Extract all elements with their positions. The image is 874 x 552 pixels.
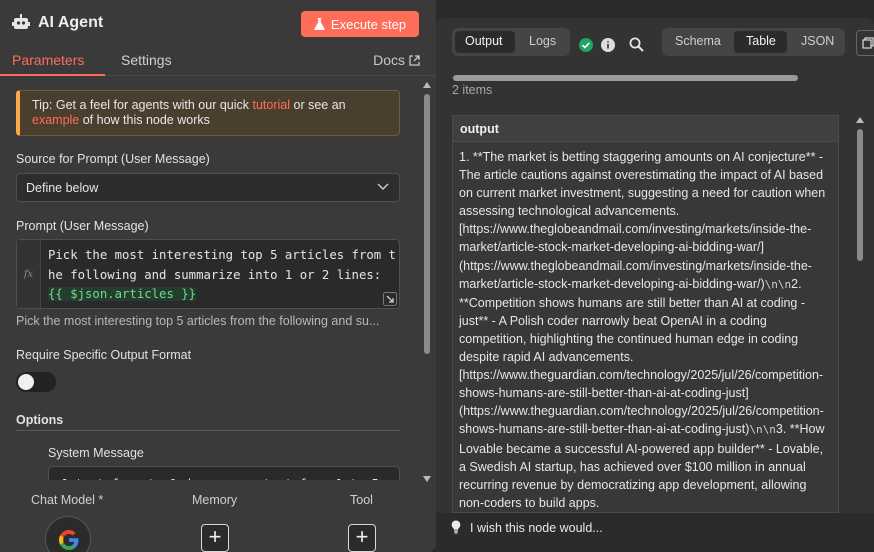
system-message-label: System Message: [48, 446, 144, 460]
cell-escape-1: \n\n: [764, 277, 792, 291]
prompt-expression: {{ $json.articles }}: [48, 287, 197, 301]
output-toolbar: Output Logs Schema Table JSON: [436, 28, 874, 62]
scrollbar-thumb[interactable]: [424, 94, 430, 354]
check-circle-icon: [579, 38, 593, 52]
prompt-preview: Pick the most interesting top 5 articles…: [16, 314, 380, 328]
chat-model-node[interactable]: [45, 516, 91, 552]
cell-escape-2: \n\n: [749, 423, 776, 437]
tool-label: Tool: [350, 493, 373, 507]
docs-link[interactable]: Docs: [373, 52, 420, 68]
docs-label: Docs: [373, 52, 405, 68]
tip-suffix: of how this node works: [79, 113, 210, 127]
chat-model-label: Chat Model *: [31, 493, 104, 507]
source-select[interactable]: Define below: [16, 173, 400, 202]
column-header-output: output: [453, 116, 838, 142]
feedback-bar[interactable]: I wish this node would...: [436, 513, 874, 543]
horizontal-scrollbar-thumb[interactable]: [453, 75, 798, 81]
external-link-icon: [409, 54, 420, 66]
view-mode-switch: Schema Table JSON: [662, 28, 845, 56]
view-json[interactable]: JSON: [801, 34, 834, 48]
tab-output[interactable]: Output: [465, 34, 503, 48]
options-label: Options: [16, 413, 64, 427]
robot-icon: [12, 14, 30, 29]
node-title: AI Agent: [38, 14, 104, 31]
execute-step-label: Execute step: [330, 16, 407, 32]
output-logs-switch: Output Logs: [452, 28, 570, 56]
tab-settings[interactable]: Settings: [121, 52, 172, 68]
tab-logs[interactable]: Logs: [529, 34, 556, 48]
node-parameters-panel: AI Agent Execute step Parameters Setting…: [0, 0, 436, 552]
parameter-tabs: Parameters Settings Docs: [0, 44, 436, 76]
copy-icon: [862, 37, 874, 49]
prompt-editor[interactable]: fx Pick the most interesting top 5 artic…: [16, 239, 400, 309]
parameters-scrollbar[interactable]: [421, 80, 433, 486]
scrollbar-thumb[interactable]: [857, 129, 863, 261]
items-count: 2 items: [452, 83, 493, 97]
chevron-down-icon: [377, 183, 389, 190]
google-icon: [59, 530, 79, 550]
cell-item-2: 2. **Competition shows humans are still …: [459, 276, 824, 437]
feedback-prompt: I wish this node would...: [470, 521, 603, 535]
flask-icon: [314, 18, 325, 30]
tip-callout: Tip: Get a feel for agents with our quic…: [16, 90, 400, 136]
tab-parameters[interactable]: Parameters: [12, 52, 84, 68]
tip-prefix: Tip: Get a feel for agents with our quic…: [32, 98, 253, 112]
add-memory-button[interactable]: +: [201, 524, 229, 552]
scroll-down-icon[interactable]: [423, 476, 431, 482]
output-panel: Output Logs Schema Table JSON 2 items ou…: [436, 18, 874, 513]
scroll-up-icon[interactable]: [423, 82, 431, 88]
prompt-text: Pick the most interesting top 5 articles…: [48, 246, 396, 305]
execute-step-button[interactable]: Execute step: [301, 11, 419, 37]
cell-item-1: 1. **The market is betting staggering am…: [459, 150, 826, 291]
prompt-static-text: Pick the most interesting top 5 articles…: [48, 248, 396, 282]
view-schema[interactable]: Schema: [675, 34, 721, 48]
parameters-scroll-area: Tip: Get a feel for agents with our quic…: [0, 80, 420, 480]
output-format-toggle[interactable]: [16, 372, 56, 392]
scroll-up-icon[interactable]: [856, 117, 864, 123]
source-label: Source for Prompt (User Message): [16, 152, 210, 166]
options-divider: [16, 430, 400, 431]
toggle-knob: [18, 374, 34, 390]
table-cell: 1. **The market is betting staggering am…: [453, 142, 838, 512]
output-format-label: Require Specific Output Format: [16, 348, 192, 362]
memory-label: Memory: [192, 493, 238, 507]
horizontal-scrollbar[interactable]: [453, 75, 874, 81]
tip-middle: or see an: [290, 98, 346, 112]
output-scrollbar[interactable]: [854, 115, 866, 513]
active-tab-indicator: [0, 74, 105, 76]
lightbulb-icon: [451, 520, 461, 534]
source-value: Define below: [26, 181, 99, 195]
add-tool-button[interactable]: +: [348, 524, 376, 552]
expand-icon[interactable]: [383, 292, 397, 306]
tutorial-link[interactable]: tutorial: [252, 98, 290, 112]
node-header: AI Agent Execute step: [0, 0, 436, 44]
fx-icon: fx: [17, 240, 41, 308]
view-table[interactable]: Table: [746, 34, 776, 48]
info-icon[interactable]: [601, 38, 615, 52]
sub-node-connectors: Chat Model * Memory Tool + +: [0, 486, 436, 552]
example-link[interactable]: example: [32, 113, 79, 127]
output-table: output 1. **The market is betting stagge…: [452, 115, 839, 513]
copy-button[interactable]: [856, 30, 874, 56]
search-icon[interactable]: [629, 37, 644, 52]
system-message-input[interactable]: Output format: Order your output from 1 …: [48, 466, 400, 480]
prompt-label: Prompt (User Message): [16, 219, 149, 233]
